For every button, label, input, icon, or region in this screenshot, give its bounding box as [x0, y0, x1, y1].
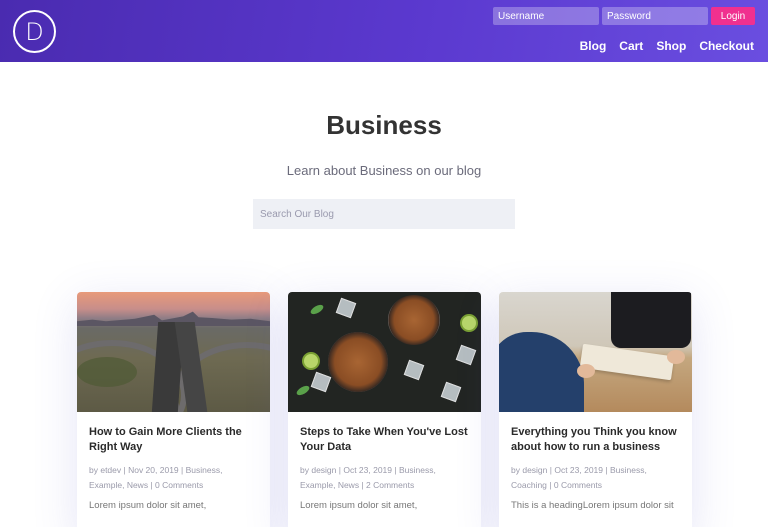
site-header: D Login Blog Cart Shop Checkout	[0, 0, 768, 62]
post-date: Nov 20, 2019	[128, 465, 179, 475]
post-title[interactable]: Everything you Think you know about how …	[511, 425, 680, 455]
blog-search-input[interactable]	[253, 199, 515, 229]
post-comments[interactable]: 2 Comments	[366, 480, 414, 490]
post-author[interactable]: etdev	[100, 465, 121, 475]
post-category[interactable]: Example	[300, 480, 333, 490]
post-meta: by design | Oct 23, 2019 | Business, Exa…	[300, 465, 436, 490]
post-category[interactable]: Business	[610, 465, 645, 475]
page-subtitle: Learn about Business on our blog	[286, 163, 482, 178]
post-image-highway[interactable]	[77, 292, 270, 412]
logo-letter: D	[25, 17, 44, 46]
nav-checkout[interactable]: Checkout	[699, 39, 754, 53]
post-category[interactable]: Business	[186, 465, 221, 475]
post-comments[interactable]: 0 Comments	[155, 480, 203, 490]
page-title: Business	[326, 110, 442, 140]
post-date: Oct 23, 2019	[343, 465, 393, 475]
post-card: Everything you Think you know about how …	[499, 292, 692, 527]
post-author[interactable]: design	[522, 465, 547, 475]
site-logo[interactable]: D	[13, 10, 56, 53]
post-card: How to Gain More Clients the Right Way b…	[77, 292, 270, 527]
main-nav: Blog Cart Shop Checkout	[580, 39, 754, 53]
post-comments[interactable]: 0 Comments	[554, 480, 602, 490]
nav-blog[interactable]: Blog	[580, 39, 607, 53]
post-title[interactable]: How to Gain More Clients the Right Way	[89, 425, 258, 455]
post-meta: by design | Oct 23, 2019 | Business, Coa…	[511, 465, 647, 490]
post-category[interactable]: News	[338, 480, 359, 490]
post-author[interactable]: design	[311, 465, 336, 475]
post-image-drinks[interactable]	[288, 292, 481, 412]
login-button[interactable]: Login	[711, 7, 755, 25]
post-card: Steps to Take When You've Lost Your Data…	[288, 292, 481, 527]
post-title[interactable]: Steps to Take When You've Lost Your Data	[300, 425, 469, 455]
post-excerpt: This is a headingLorem ipsum dolor sit	[511, 500, 674, 511]
post-date: Oct 23, 2019	[554, 465, 604, 475]
username-input[interactable]	[493, 7, 599, 25]
post-meta: by etdev | Nov 20, 2019 | Business, Exam…	[89, 465, 223, 490]
post-category[interactable]: News	[127, 480, 148, 490]
post-image-business[interactable]	[499, 292, 692, 412]
nav-cart[interactable]: Cart	[619, 39, 643, 53]
post-category[interactable]: Business	[399, 465, 434, 475]
password-input[interactable]	[602, 7, 708, 25]
post-category[interactable]: Coaching	[511, 480, 547, 490]
post-excerpt: Lorem ipsum dolor sit amet,	[300, 500, 418, 511]
post-excerpt: Lorem ipsum dolor sit amet,	[89, 500, 207, 511]
nav-shop[interactable]: Shop	[656, 39, 686, 53]
post-category[interactable]: Example	[89, 480, 122, 490]
